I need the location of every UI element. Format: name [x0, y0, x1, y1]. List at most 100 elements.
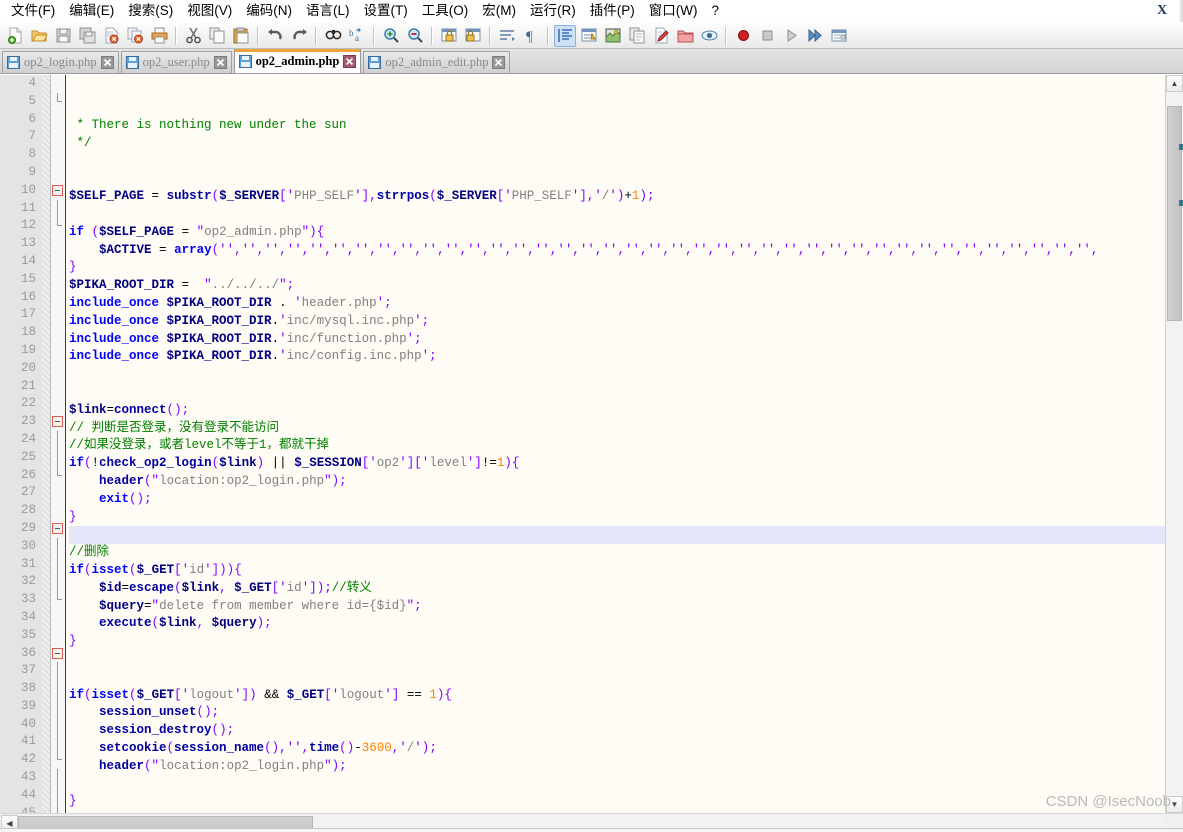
code-line[interactable] [69, 775, 1165, 793]
zoom-in-icon[interactable] [380, 25, 402, 47]
code-line[interactable]: setcookie(session_name(),'',time()-3600,… [69, 740, 1165, 758]
code-line[interactable]: header("location:op2_login.php"); [69, 758, 1165, 776]
vertical-scroll-track[interactable] [1166, 92, 1183, 796]
scroll-down-arrow[interactable]: ▼ [1166, 796, 1183, 813]
code-line[interactable]: session_unset(); [69, 704, 1165, 722]
menu-tools[interactable]: 工具(O) [415, 1, 476, 22]
menu-view[interactable]: 视图(V) [180, 1, 239, 22]
tab-op2-user[interactable]: op2_user.php [120, 51, 232, 73]
code-line[interactable]: $PIKA_ROOT_DIR = "../../../"; [69, 277, 1165, 295]
code-line[interactable]: $link=connect(); [69, 402, 1165, 420]
doc-map-icon[interactable] [626, 25, 648, 47]
code-line[interactable]: if(isset($_GET['logout']) && $_GET['logo… [69, 687, 1165, 705]
code-line[interactable]: $SELF_PAGE = substr($_SERVER['PHP_SELF']… [69, 188, 1165, 206]
paste-icon[interactable] [230, 25, 252, 47]
menu-settings[interactable]: 设置(T) [357, 1, 415, 22]
menu-plugins[interactable]: 插件(P) [583, 1, 642, 22]
code-view[interactable]: 4 5 6 7 8 9 10 11 12 13 14 15 16 17 18 19 20 21 22 23 24 25 26… [0, 75, 1165, 813]
menu-window[interactable]: 窗口(W) [642, 1, 705, 22]
record-macro-icon[interactable] [732, 25, 754, 47]
tab-close-icon[interactable] [213, 56, 227, 69]
tab-close-icon[interactable] [100, 56, 114, 69]
code-line[interactable]: //如果没登录，或者level不等于1，都就干掉 [69, 437, 1165, 455]
undo-icon[interactable] [264, 25, 286, 47]
sync-h-scroll-icon[interactable] [462, 25, 484, 47]
stop-macro-icon[interactable] [756, 25, 778, 47]
code-line[interactable]: */ [69, 135, 1165, 153]
function-list-icon[interactable] [650, 25, 672, 47]
code-line[interactable]: include_once $PIKA_ROOT_DIR.'inc/config.… [69, 348, 1165, 366]
code-line[interactable] [69, 669, 1165, 687]
tab-op2-login[interactable]: op2_login.php [2, 51, 119, 73]
find-icon[interactable] [322, 25, 344, 47]
menu-search[interactable]: 搜索(S) [121, 1, 180, 22]
fold-marker[interactable] [51, 645, 65, 663]
code-line[interactable]: if(!check_op2_login($link) || $_SESSION[… [69, 455, 1165, 473]
code-line[interactable]: $query="delete from member where id={$id… [69, 598, 1165, 616]
code-line[interactable] [69, 206, 1165, 224]
redo-icon[interactable] [288, 25, 310, 47]
window-close-button[interactable]: X [1149, 0, 1175, 22]
fold-marker[interactable] [51, 413, 65, 431]
zoom-out-icon[interactable] [404, 25, 426, 47]
code-line[interactable]: header("location:op2_login.php"); [69, 473, 1165, 491]
tab-close-icon[interactable] [343, 55, 357, 68]
code-line[interactable]: //删除 [69, 544, 1165, 562]
show-pilcrow-icon[interactable]: ¶ [520, 25, 542, 47]
vertical-scroll-thumb[interactable] [1167, 106, 1182, 321]
fold-marker[interactable] [51, 520, 65, 538]
replace-icon[interactable]: b a [346, 25, 368, 47]
word-wrap-icon[interactable] [496, 25, 518, 47]
fold-marker[interactable] [51, 182, 65, 200]
code-line[interactable]: } [69, 259, 1165, 277]
scroll-up-arrow[interactable]: ▲ [1166, 75, 1183, 92]
menu-run[interactable]: 运行(R) [523, 1, 583, 22]
code-line[interactable]: * There is nothing new under the sun [69, 117, 1165, 135]
code-line[interactable]: } [69, 633, 1165, 651]
code-line[interactable]: exit(); [69, 491, 1165, 509]
tab-op2-admin-edit[interactable]: op2_admin_edit.php [363, 51, 511, 73]
menu-language[interactable]: 语言(L) [299, 1, 357, 22]
new-file-icon[interactable] [4, 25, 26, 47]
tab-op2-admin[interactable]: op2_admin.php [233, 49, 362, 73]
menu-file[interactable]: 文件(F) [4, 1, 62, 22]
code-line[interactable]: } [69, 509, 1165, 527]
code-line[interactable]: if ($SELF_PAGE = "op2_admin.php"){ [69, 224, 1165, 242]
code-line[interactable] [69, 170, 1165, 188]
menu-edit[interactable]: 编辑(E) [62, 1, 121, 22]
code-line[interactable] [69, 526, 1165, 545]
show-all-chars-icon[interactable] [578, 25, 600, 47]
code-line[interactable]: execute($link, $query); [69, 615, 1165, 633]
open-file-icon[interactable] [28, 25, 50, 47]
code-line[interactable]: $id=escape($link, $_GET['id']);//转义 [69, 580, 1165, 598]
code-line[interactable] [69, 811, 1165, 813]
code-line[interactable]: include_once $PIKA_ROOT_DIR.'inc/mysql.i… [69, 313, 1165, 331]
play-macro-icon[interactable] [780, 25, 802, 47]
show-indent-guide-icon[interactable] [554, 24, 576, 47]
run-macro-multiple-icon[interactable] [804, 25, 826, 47]
close-file-icon[interactable] [100, 25, 122, 47]
code-line[interactable] [69, 384, 1165, 402]
run-dialog-icon[interactable] [828, 25, 850, 47]
save-all-icon[interactable] [76, 25, 98, 47]
fold-column[interactable] [51, 75, 65, 813]
code-line[interactable]: // 判断是否登录，没有登录不能访问 [69, 420, 1165, 438]
vertical-scrollbar[interactable]: ▲ ▼ [1165, 75, 1183, 813]
user-defined-lang-icon[interactable] [602, 25, 624, 47]
code-line[interactable]: } [69, 793, 1165, 811]
folder-workspace-icon[interactable] [674, 25, 696, 47]
menu-help[interactable]: ? [704, 1, 726, 22]
code-line[interactable] [69, 153, 1165, 171]
cut-icon[interactable] [182, 25, 204, 47]
code-line[interactable] [69, 366, 1165, 384]
code-text[interactable]: * There is nothing new under the sun */ … [65, 75, 1165, 813]
code-line[interactable]: include_once $PIKA_ROOT_DIR.'inc/functio… [69, 331, 1165, 349]
monitoring-eye-icon[interactable] [698, 25, 720, 47]
code-line[interactable]: if(isset($_GET['id'])){ [69, 562, 1165, 580]
bookmark-column[interactable] [42, 75, 51, 813]
tab-close-icon[interactable] [492, 56, 506, 69]
save-icon[interactable] [52, 25, 74, 47]
code-line[interactable]: session_destroy(); [69, 722, 1165, 740]
menu-macro[interactable]: 宏(M) [475, 1, 523, 22]
close-all-icon[interactable] [124, 25, 146, 47]
